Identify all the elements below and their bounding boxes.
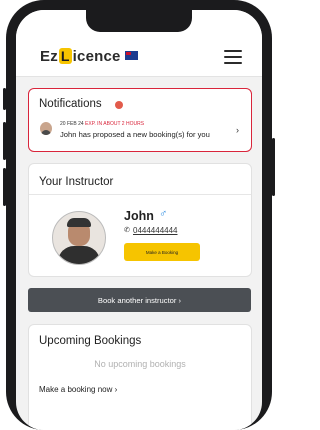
phone-volume-down (3, 168, 6, 206)
notifications-card[interactable]: Notifications 20 FEB 24 EXP. IN ABOUT 2 … (28, 88, 252, 152)
app-screen: Ez Licence Notifications 20 FEB 24 EXP. I… (16, 10, 262, 430)
instructor-avatar (52, 211, 106, 265)
male-gender-icon: ♂ (159, 208, 168, 220)
phone-volume-up (3, 122, 6, 160)
make-booking-button[interactable]: Make a Booking (124, 243, 200, 261)
book-another-instructor-button[interactable]: Book another instructor › (28, 288, 251, 312)
instructor-card: Your Instructor John ♂ ✆ 0444444444 Make… (28, 163, 252, 277)
upcoming-bookings-title: Upcoming Bookings (39, 335, 142, 347)
notification-message: John has proposed a new booking(s) for y… (60, 130, 210, 139)
instructor-title: Your Instructor (39, 176, 114, 188)
make-booking-now-link[interactable]: Make a booking now › (39, 385, 117, 394)
notification-date: 20 FEB 24 (60, 121, 84, 127)
upcoming-bookings-card: Upcoming Bookings No upcoming bookings M… (28, 324, 252, 430)
instructor-phone-link[interactable]: 0444444444 (133, 226, 178, 235)
logo-l-mark: L (58, 48, 72, 64)
phone-power-button (272, 138, 275, 196)
phone-icon: ✆ (124, 227, 130, 234)
phone-notch (86, 10, 192, 32)
divider (29, 194, 251, 195)
avatar (40, 122, 52, 135)
phone-side-button (3, 88, 6, 110)
hamburger-menu-icon[interactable] (224, 50, 242, 64)
notification-expiry: EXP. IN ABOUT 2 HOURS (85, 121, 145, 127)
instructor-name: John (124, 209, 154, 223)
chevron-right-icon[interactable]: › (236, 125, 239, 135)
upcoming-empty-text: No upcoming bookings (94, 359, 186, 369)
ezlicence-logo[interactable]: Ez Licence (40, 48, 138, 65)
notification-alert-dot (115, 101, 123, 109)
australian-flag-icon (124, 51, 138, 60)
notifications-title: Notifications (39, 98, 102, 110)
notification-meta: 20 FEB 24 EXP. IN ABOUT 2 HOURS (60, 121, 144, 127)
